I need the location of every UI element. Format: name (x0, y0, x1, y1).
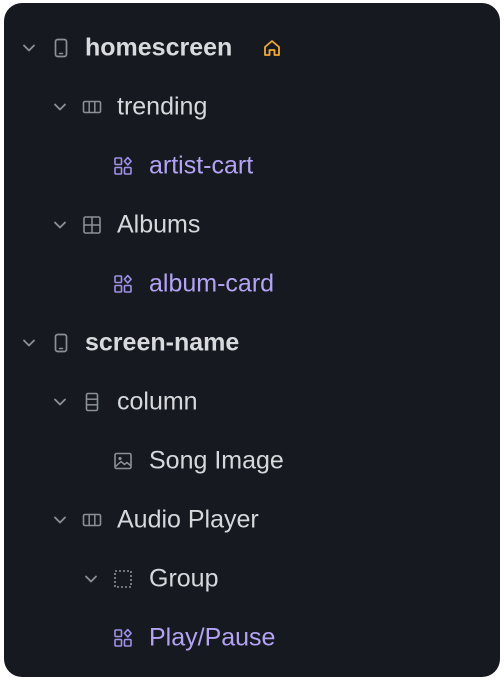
chevron-down-icon[interactable] (20, 39, 38, 57)
tree-row-label: trending (117, 92, 208, 120)
grid-layout-icon (82, 215, 102, 235)
tree-row-play-pause[interactable]: Play/Pause (4, 608, 500, 667)
tree-row-group[interactable]: Group (4, 549, 500, 608)
phone-icon (51, 333, 71, 353)
chevron-down-icon[interactable] (20, 334, 38, 352)
chevron-down-icon[interactable] (82, 570, 100, 588)
tree-row-label: column (117, 387, 198, 415)
tree-row-label: Albums (117, 210, 201, 238)
layer-tree-panel: homescreen trending artist-cart Albums a… (4, 3, 500, 677)
tree-row-label: Group (149, 564, 219, 592)
tree-row-albums[interactable]: Albums (4, 195, 500, 254)
phone-icon (51, 38, 71, 58)
row-layout-icon (82, 510, 102, 530)
chevron-down-icon[interactable] (51, 98, 69, 116)
chevron-down-icon[interactable] (51, 511, 69, 529)
chevron-down-icon[interactable] (51, 216, 69, 234)
tree-row-trending[interactable]: trending (4, 77, 500, 136)
tree-row-homescreen[interactable]: homescreen (4, 18, 500, 77)
tree-row-label: Song Image (149, 446, 284, 474)
tree-row-label: artist-cart (149, 151, 254, 179)
column-layout-icon (82, 392, 102, 412)
tree-row-song-image[interactable]: Song Image (4, 431, 500, 490)
tree-row-label: album-card (149, 269, 275, 297)
tree-row-audio-player[interactable]: Audio Player (4, 490, 500, 549)
tree-row-album-card[interactable]: album-card (4, 254, 500, 313)
component-icon (113, 156, 133, 176)
chevron-down-icon[interactable] (51, 393, 69, 411)
tree-row-artist-cart[interactable]: artist-cart (4, 136, 500, 195)
tree-row-screen-name[interactable]: screen-name (4, 313, 500, 372)
component-icon (113, 628, 133, 648)
tree-row-label: homescreen (85, 33, 233, 61)
row-layout-icon (82, 97, 102, 117)
component-icon (113, 274, 133, 294)
tree-row-label: Audio Player (117, 505, 259, 533)
tree-row-label: Play/Pause (149, 623, 276, 651)
tree-row-label: screen-name (85, 328, 240, 356)
home-icon (262, 38, 282, 58)
tree-row-column[interactable]: column (4, 372, 500, 431)
image-icon (113, 451, 133, 471)
group-dashed-icon (113, 569, 133, 589)
